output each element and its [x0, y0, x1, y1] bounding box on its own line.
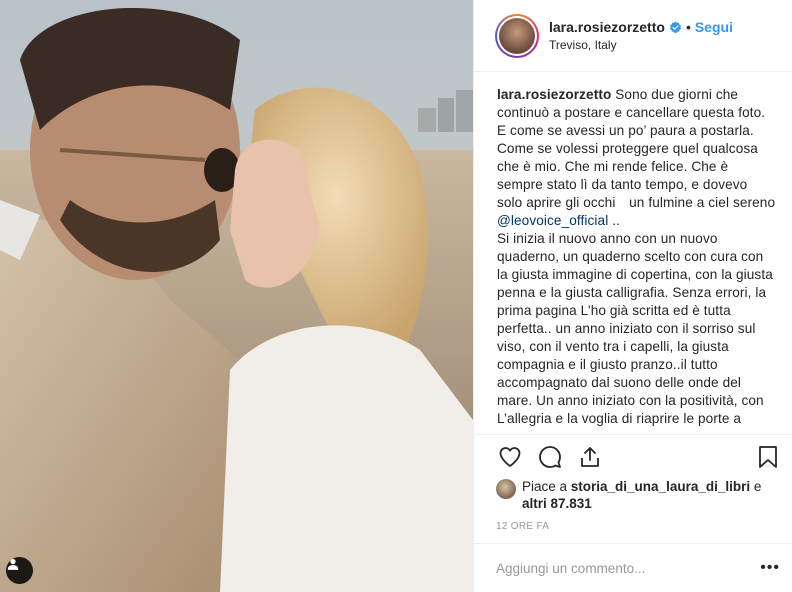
- comment-bar: •••: [474, 543, 792, 592]
- post-header: lara.rosiezorzetto • Segui Treviso, Ital…: [474, 0, 792, 72]
- avatar-image: [499, 17, 535, 54]
- post-image[interactable]: [0, 0, 473, 592]
- avatar[interactable]: [495, 13, 539, 58]
- post-sidebar: lara.rosiezorzetto • Segui Treviso, Ital…: [473, 0, 792, 592]
- post-timestamp[interactable]: 12 ORE FA: [496, 521, 549, 532]
- caption-text: Sono due giorni che continuò a postare e…: [497, 87, 776, 210]
- save-button[interactable]: [754, 443, 782, 471]
- username-link[interactable]: lara.rosiezorzetto: [549, 19, 665, 35]
- caption-paragraph: Si inizia il nuovo anno con un nuovo qua…: [497, 231, 773, 426]
- like-button[interactable]: [496, 443, 524, 471]
- more-options-button[interactable]: •••: [760, 559, 780, 577]
- liker-username-link[interactable]: storia_di_una_laura_di_libri: [571, 479, 750, 494]
- comment-icon: [539, 445, 561, 468]
- liker-avatar[interactable]: [496, 479, 516, 499]
- verified-badge-icon: [669, 21, 682, 34]
- separator-dot: •: [685, 19, 691, 35]
- action-bar: [474, 434, 792, 478]
- post-caption: lara.rosiezorzetto Sono due giorni che c…: [497, 86, 776, 428]
- caption-scroll-area[interactable]: lara.rosiezorzetto Sono due giorni che c…: [474, 72, 792, 434]
- likes-count-link[interactable]: altri 87.831: [522, 496, 592, 511]
- bookmark-icon: [759, 445, 777, 468]
- comment-input[interactable]: [496, 560, 761, 576]
- share-icon: [581, 446, 599, 467]
- user-tag-icon: [7, 559, 19, 570]
- comment-button[interactable]: [536, 443, 564, 471]
- user-tag-button[interactable]: [6, 557, 33, 584]
- caption-username-link[interactable]: lara.rosiezorzetto: [497, 87, 611, 102]
- post-photo: [0, 0, 473, 592]
- share-button[interactable]: [576, 443, 604, 471]
- likes-prefix: Piace a: [522, 479, 571, 494]
- mention-link[interactable]: @leovoice_official: [497, 213, 608, 228]
- heart-icon: [499, 446, 521, 467]
- caption-text-end: ..: [608, 213, 620, 228]
- likes-middle: e: [750, 479, 762, 494]
- location-link[interactable]: Treviso, Italy: [549, 38, 733, 52]
- follow-button[interactable]: Segui: [695, 19, 733, 35]
- likes-summary: Piace a storia_di_una_laura_di_libri e a…: [496, 478, 778, 512]
